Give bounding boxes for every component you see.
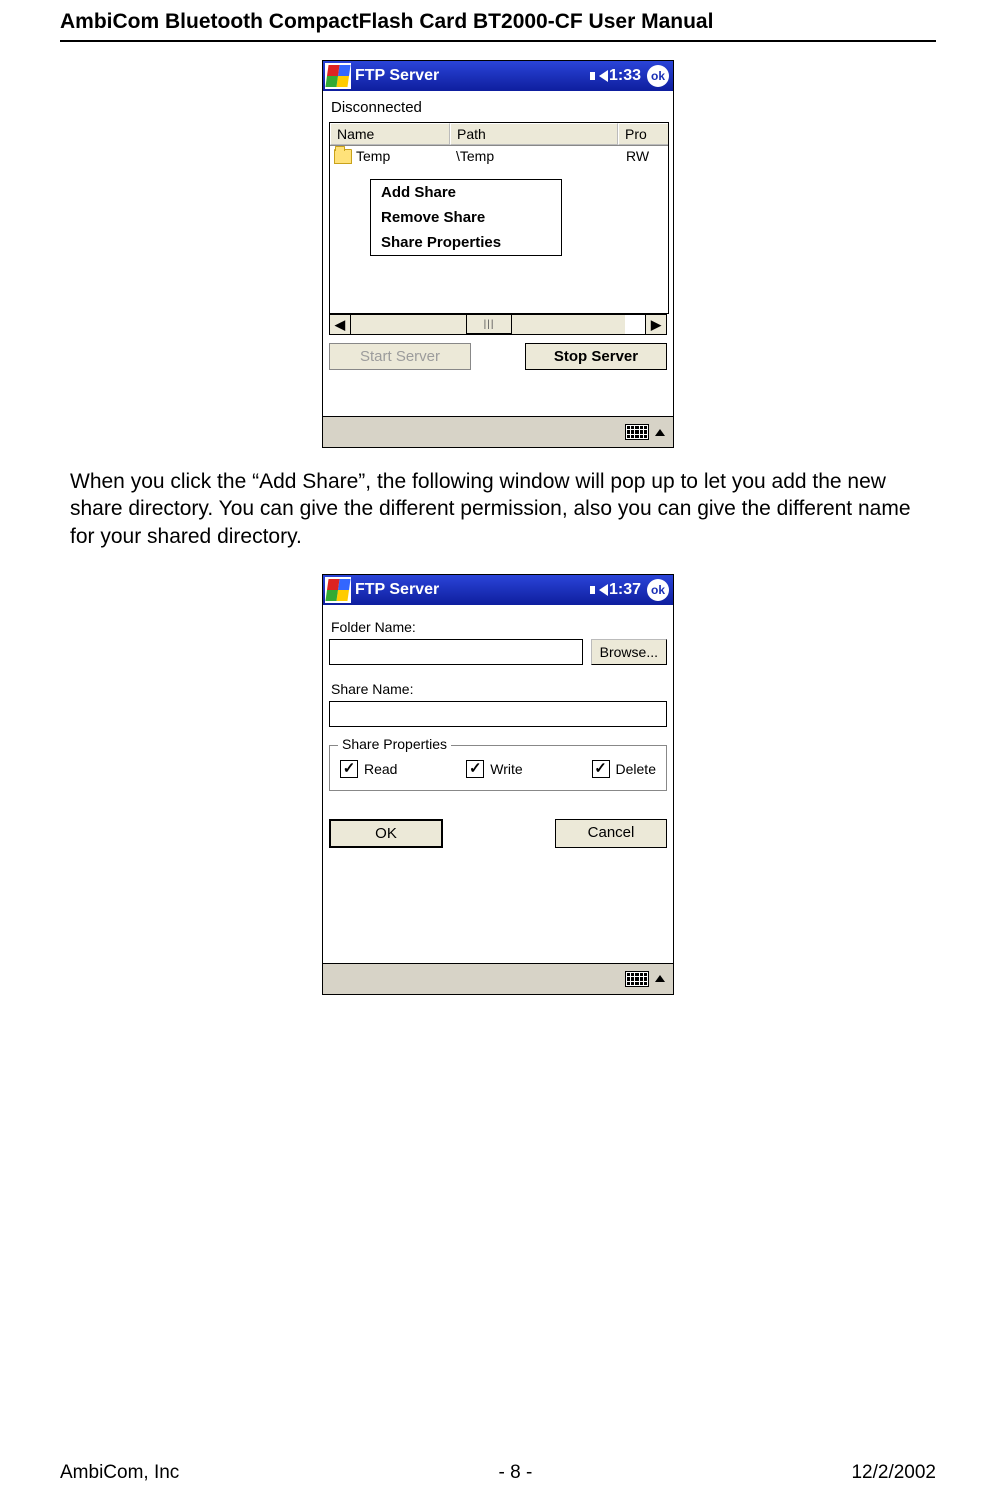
document-header: AmbiCom Bluetooth CompactFlash Card BT20…	[60, 10, 936, 42]
sip-arrow-icon[interactable]	[655, 975, 665, 982]
folder-name-input[interactable]	[329, 639, 583, 665]
volume-icon[interactable]	[590, 72, 595, 80]
checkmark-icon: ✓	[340, 760, 358, 778]
window-title: FTP Server	[355, 581, 590, 599]
ok-button[interactable]: ok	[647, 579, 669, 601]
share-properties-group: Share Properties ✓ Read ✓ Write ✓ Delete	[329, 745, 667, 791]
share-name-label: Share Name:	[331, 681, 667, 697]
checkmark-icon: ✓	[592, 760, 610, 778]
scroll-thumb[interactable]: |||	[466, 315, 512, 334]
cell-name-text: Temp	[356, 148, 390, 164]
document-footer: AmbiCom, Inc - 8 - 12/2/2002	[60, 1462, 936, 1484]
stop-server-button[interactable]: Stop Server	[525, 343, 667, 370]
browse-button[interactable]: Browse...	[591, 639, 667, 665]
windows-flag-icon[interactable]	[325, 577, 351, 603]
clock-time[interactable]: 1:33	[609, 67, 641, 85]
checkmark-icon: ✓	[466, 760, 484, 778]
windows-flag-icon[interactable]	[325, 63, 351, 89]
table-row[interactable]: Temp \Temp RW	[330, 146, 668, 166]
screenshot-ftp-server-list: FTP Server 1:33 ok Disconnected Name Pat…	[322, 60, 674, 448]
delete-checkbox-label: Delete	[616, 761, 656, 777]
ok-dialog-button[interactable]: OK	[329, 819, 443, 848]
volume-icon[interactable]	[590, 586, 595, 594]
title-bar: FTP Server 1:33 ok	[323, 61, 673, 91]
context-menu: Add Share Remove Share Share Properties	[370, 179, 562, 256]
volume-icon[interactable]	[599, 70, 608, 82]
context-menu-share-properties[interactable]: Share Properties	[371, 230, 561, 255]
title-bar: FTP Server 1:37 ok	[323, 575, 673, 605]
read-checkbox-label: Read	[364, 761, 397, 777]
table-header-row: Name Path Pro	[330, 123, 668, 146]
server-button-row: Start Server Stop Server	[329, 343, 667, 370]
read-checkbox[interactable]: ✓ Read	[340, 760, 397, 778]
folder-name-label: Folder Name:	[331, 619, 667, 635]
column-header-name[interactable]: Name	[330, 123, 450, 145]
horizontal-scrollbar[interactable]: ◀ ||| ▶	[329, 314, 667, 335]
window-title: FTP Server	[355, 67, 590, 85]
dialog-button-row: OK Cancel	[329, 819, 667, 848]
delete-checkbox[interactable]: ✓ Delete	[592, 760, 656, 778]
sip-arrow-icon[interactable]	[655, 429, 665, 436]
share-table: Name Path Pro Temp \Temp RW Add Share Re…	[329, 122, 669, 314]
instruction-paragraph: When you click the “Add Share”, the foll…	[70, 468, 936, 550]
cell-name: Temp	[330, 148, 454, 164]
connection-status: Disconnected	[331, 99, 667, 116]
footer-company: AmbiCom, Inc	[60, 1462, 179, 1484]
share-name-input[interactable]	[329, 701, 667, 727]
command-bar	[323, 963, 673, 994]
cancel-dialog-button[interactable]: Cancel	[555, 819, 667, 848]
keyboard-icon[interactable]	[625, 971, 649, 987]
screenshot-add-share-dialog: FTP Server 1:37 ok Folder Name: Browse..…	[322, 574, 674, 995]
write-checkbox-label: Write	[490, 761, 522, 777]
share-properties-legend: Share Properties	[338, 736, 451, 752]
cell-prop: RW	[624, 148, 668, 164]
write-checkbox[interactable]: ✓ Write	[466, 760, 522, 778]
ok-button[interactable]: ok	[647, 65, 669, 87]
scroll-right-button[interactable]: ▶	[645, 315, 667, 335]
content-area: Disconnected Name Path Pro Temp \Temp RW	[323, 91, 673, 376]
column-header-properties[interactable]: Pro	[618, 123, 668, 145]
volume-icon[interactable]	[599, 584, 608, 596]
column-header-path[interactable]: Path	[450, 123, 618, 145]
footer-date: 12/2/2002	[851, 1462, 936, 1484]
scroll-gap	[625, 315, 645, 335]
clock-time[interactable]: 1:37	[609, 581, 641, 599]
footer-page-number: - 8 -	[499, 1462, 533, 1484]
start-server-button: Start Server	[329, 343, 471, 370]
context-menu-add-share[interactable]: Add Share	[371, 180, 561, 205]
keyboard-icon[interactable]	[625, 424, 649, 440]
cell-path: \Temp	[454, 148, 624, 164]
scroll-left-button[interactable]: ◀	[329, 315, 351, 335]
context-menu-remove-share[interactable]: Remove Share	[371, 205, 561, 230]
content-area: Folder Name: Browse... Share Name: Share…	[323, 605, 673, 945]
folder-icon	[334, 149, 352, 164]
command-bar	[323, 416, 673, 447]
scroll-track[interactable]: |||	[351, 315, 625, 335]
